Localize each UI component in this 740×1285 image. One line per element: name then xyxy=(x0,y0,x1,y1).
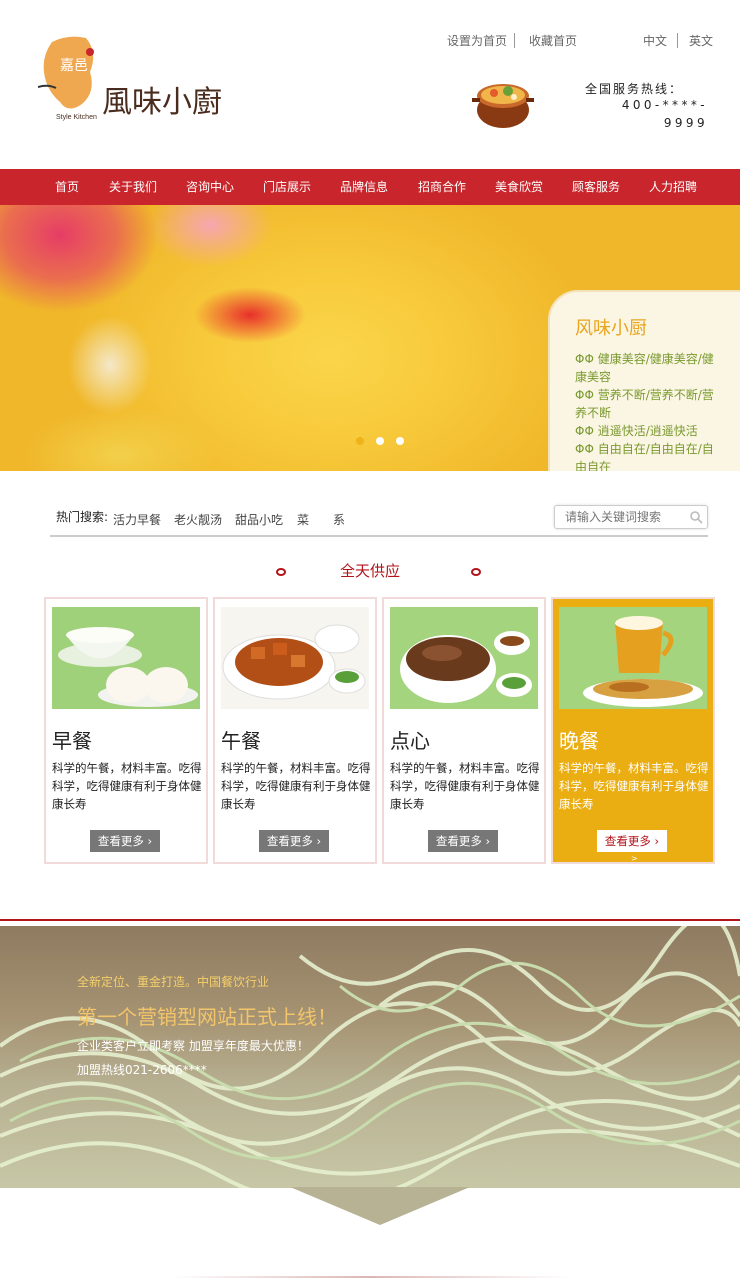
meal-card-breakfast[interactable]: 早餐 科学的午餐，材料丰富。吃得科学，吃得健康有利于身体健康长寿 查看更多 › xyxy=(44,597,208,864)
top-links: 设置为首页 收藏首页 中文 英文 xyxy=(0,32,740,52)
logo-sub-text: Style Kitchen xyxy=(56,114,97,121)
dinner-image xyxy=(559,607,707,709)
nav-item-food[interactable]: 美食欣赏 xyxy=(495,169,543,205)
chinese-link[interactable]: 中文 xyxy=(643,32,667,49)
card-description: 科学的午餐，材料丰富。吃得科学，吃得健康有利于身体健康长寿 xyxy=(390,761,540,811)
card-title: 早餐 xyxy=(52,729,92,753)
nav-item-careers[interactable]: 人力招聘 xyxy=(649,169,697,205)
hot-pot-image xyxy=(470,70,536,132)
divider xyxy=(50,535,708,537)
view-more-button[interactable]: 查看更多 › xyxy=(90,830,160,852)
search-icon[interactable] xyxy=(689,510,703,524)
arrow-icon: > xyxy=(631,854,638,863)
card-title: 晚餐 xyxy=(559,729,599,753)
logo-badge-text: 嘉邑 xyxy=(60,58,88,74)
ring-decoration xyxy=(471,568,481,576)
nav-item-news[interactable]: 咨询中心 xyxy=(186,169,234,205)
hot-word-dish[interactable]: 菜 xyxy=(297,511,309,528)
promo-offer-text: 企业类客户立即考察 加盟享年度最大优惠！ xyxy=(77,1039,309,1053)
snack-image xyxy=(390,607,538,709)
banner-title: 风味小厨 xyxy=(575,318,647,339)
slider-dot-3[interactable] xyxy=(396,437,404,445)
main-nav: 首页 关于我们 咨询中心 门店展示 品牌信息 招商合作 美食欣赏 顾客服务 人力… xyxy=(0,169,740,205)
banner-lines: ΦΦ 健康美容/健康美容/健康美容 ΦΦ 营养不断/营养不断/营养不断 ΦΦ 逍… xyxy=(575,350,720,471)
slider-dot-1[interactable] xyxy=(356,437,364,445)
promo-hotline: 加盟热线021-2606**** xyxy=(77,1063,207,1077)
meal-card-lunch[interactable]: 午餐 科学的午餐，材料丰富。吃得科学，吃得健康有利于身体健康长寿 查看更多 › xyxy=(213,597,377,864)
banner-line: ΦΦ 营养不断/营养不断/营养不断 xyxy=(575,388,714,420)
breakfast-image xyxy=(52,607,200,709)
english-link[interactable]: 英文 xyxy=(689,32,713,49)
hot-word-dessert[interactable]: 甜品小吃 xyxy=(235,511,283,528)
card-title: 午餐 xyxy=(221,729,261,753)
view-more-button[interactable]: 查看更多 › xyxy=(597,830,667,852)
card-description: 科学的午餐，材料丰富。吃得科学，吃得健康有利于身体健康长寿 xyxy=(221,761,371,811)
nav-item-franchise[interactable]: 招商合作 xyxy=(418,169,466,205)
hotline-number: 400-****-9999 xyxy=(621,98,708,130)
view-more-button[interactable]: 查看更多 › xyxy=(428,830,498,852)
banner-info-panel: 风味小厨 ΦΦ 健康美容/健康美容/健康美容 ΦΦ 营养不断/营养不断/营养不断… xyxy=(548,290,740,471)
nav-item-brand[interactable]: 品牌信息 xyxy=(340,169,388,205)
promo-notch-decoration xyxy=(0,1187,740,1225)
search-input[interactable] xyxy=(555,506,685,528)
hotline-label: 全国服务热线： xyxy=(585,82,684,96)
nav-item-home[interactable]: 首页 xyxy=(55,169,79,205)
card-description: 科学的午餐，材料丰富。吃得科学，吃得健康有利于身体健康长寿 xyxy=(559,761,709,811)
nav-item-service[interactable]: 顾客服务 xyxy=(572,169,620,205)
meal-card-snack[interactable]: 点心 科学的午餐，材料丰富。吃得科学，吃得健康有利于身体健康长寿 查看更多 › xyxy=(382,597,546,864)
search-box xyxy=(554,505,708,529)
hot-word-breakfast[interactable]: 活力早餐 xyxy=(113,511,161,528)
divider xyxy=(170,1276,570,1278)
view-more-button[interactable]: 查看更多 › xyxy=(259,830,329,852)
divider xyxy=(514,33,515,48)
card-title: 点心 xyxy=(390,729,430,753)
meal-card-dinner[interactable]: 晚餐 科学的午餐，材料丰富。吃得科学，吃得健康有利于身体健康长寿 查看更多 › … xyxy=(551,597,715,864)
card-description: 科学的午餐，材料丰富。吃得科学，吃得健康有利于身体健康长寿 xyxy=(52,761,202,811)
divider xyxy=(0,919,740,921)
hero-banner[interactable]: 风味小厨 ΦΦ 健康美容/健康美容/健康美容 ΦΦ 营养不断/营养不断/营养不断… xyxy=(0,205,740,471)
promo-banner xyxy=(0,926,740,1188)
promo-subtitle: 全新定位、重金打造。中国餐饮行业 xyxy=(77,975,270,989)
lunch-image xyxy=(221,607,369,709)
promo-title: 第一个营销型网站正式上线！ xyxy=(77,1005,337,1029)
nav-item-stores[interactable]: 门店展示 xyxy=(263,169,311,205)
hot-word-series[interactable]: 系 xyxy=(333,511,345,528)
logo-main-text: 風味小廚 xyxy=(102,86,222,119)
banner-line: ΦΦ 健康美容/健康美容/健康美容 xyxy=(575,352,714,384)
slider-dot-2[interactable] xyxy=(376,437,384,445)
nav-item-about[interactable]: 关于我们 xyxy=(109,169,157,205)
set-home-link[interactable]: 设置为首页 xyxy=(447,32,507,49)
section-title: 全天供应 xyxy=(339,562,400,580)
banner-line: ΦΦ 逍遥快活/逍遥快活 xyxy=(575,424,698,438)
hot-word-soup[interactable]: 老火靓汤 xyxy=(174,511,222,528)
divider xyxy=(677,33,678,48)
banner-line: ΦΦ 自由自在/自由自在/自由自在 xyxy=(575,442,714,471)
hot-search-label: 热门搜索: xyxy=(56,510,109,524)
favorite-link[interactable]: 收藏首页 xyxy=(529,32,577,49)
noodles-image xyxy=(0,926,740,1188)
